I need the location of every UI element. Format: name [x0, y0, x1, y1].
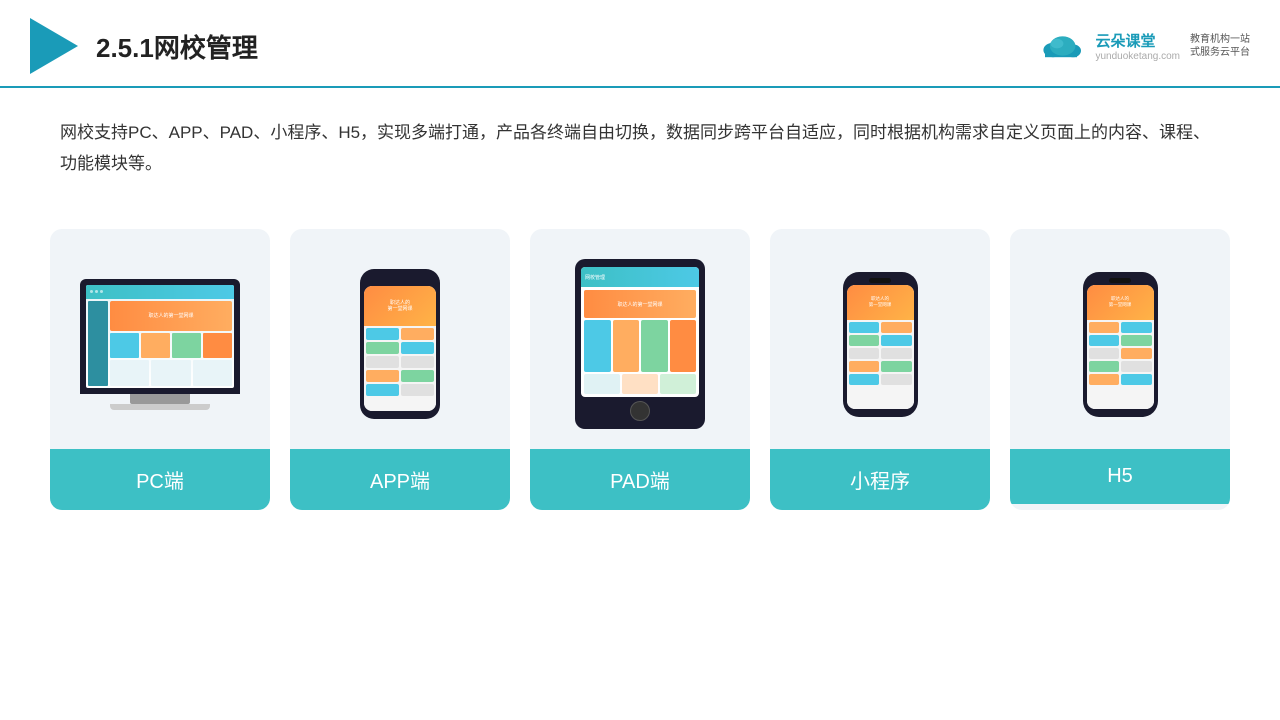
app-mockup: 职达人的第一堂网课 [360, 269, 440, 419]
card-pad-label: PAD端 [530, 449, 750, 510]
card-h5-image: 职达人的第一堂网课 [1010, 229, 1230, 449]
card-pc-image: 职达人的第一堂网课 [50, 229, 270, 449]
card-pad-image: 网校管理 职达人的第一堂网课 [530, 229, 750, 449]
card-pc-label: PC端 [50, 449, 270, 510]
card-h5-label: H5 [1010, 449, 1230, 504]
card-miniprogram-image: 职达人的第一堂网课 [770, 229, 990, 449]
card-pc: 职达人的第一堂网课 [50, 229, 270, 510]
page-header: 2.5.1网校管理 云朵课堂 yunduoketang.com 教育机构一站式服… [0, 0, 1280, 88]
h5-mockup: 职达人的第一堂网课 [1083, 272, 1158, 417]
pc-mockup: 职达人的第一堂网课 [80, 279, 240, 410]
logo-triangle-icon [30, 18, 78, 74]
page-title: 2.5.1网校管理 [96, 28, 258, 65]
description-text: 网校支持PC、APP、PAD、小程序、H5，实现多端打通，产品各终端自由切换，数… [0, 88, 1280, 189]
card-miniprogram: 职达人的第一堂网课 [770, 229, 990, 510]
card-pad: 网校管理 职达人的第一堂网课 [530, 229, 750, 510]
brand-url: yunduoketang.com [1095, 51, 1180, 62]
pad-mockup: 网校管理 职达人的第一堂网课 [575, 259, 705, 429]
card-miniprogram-label: 小程序 [770, 449, 990, 510]
brand-logo [1037, 30, 1085, 62]
cards-container: 职达人的第一堂网课 [0, 199, 1280, 540]
card-h5: 职达人的第一堂网课 [1010, 229, 1230, 510]
brand-slogan: 教育机构一站式服务云平台 [1190, 33, 1250, 59]
card-app-image: 职达人的第一堂网课 [290, 229, 510, 449]
cloud-icon [1037, 30, 1085, 62]
header-left: 2.5.1网校管理 [30, 18, 258, 74]
brand-text: 云朵课堂 yunduoketang.com [1095, 30, 1180, 62]
miniprogram-mockup: 职达人的第一堂网课 [843, 272, 918, 417]
description-paragraph: 网校支持PC、APP、PAD、小程序、H5，实现多端打通，产品各终端自由切换，数… [60, 118, 1220, 179]
card-app: 职达人的第一堂网课 [290, 229, 510, 510]
brand-name: 云朵课堂 [1095, 30, 1155, 51]
card-app-label: APP端 [290, 449, 510, 510]
header-right: 云朵课堂 yunduoketang.com 教育机构一站式服务云平台 [1037, 30, 1250, 62]
